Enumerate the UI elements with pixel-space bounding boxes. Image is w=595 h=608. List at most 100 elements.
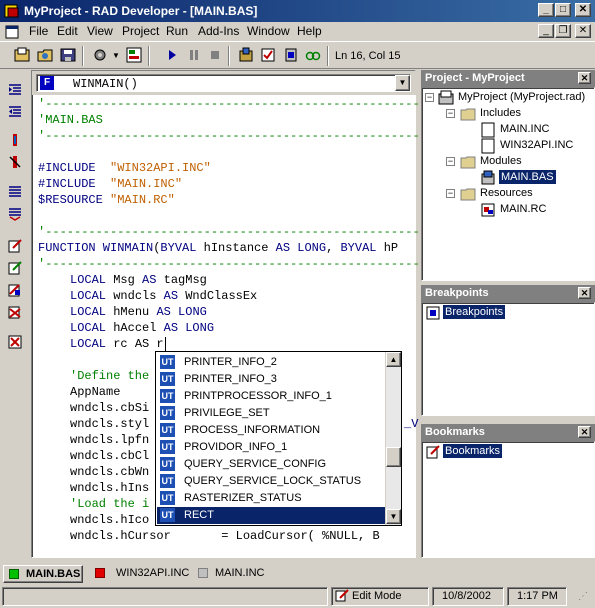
- current-line: LOCAL rc AS r: [70, 337, 166, 351]
- dialog-editor-icon[interactable]: [126, 47, 142, 63]
- code-line: wndcls.styl: [70, 417, 150, 431]
- local-declaration: LOCAL wndcls AS WndClassEx: [70, 289, 258, 303]
- breakpoints-panel-title: Breakpoints: [425, 287, 489, 299]
- project-panel-header[interactable]: Project - MyProject ✕: [421, 70, 595, 87]
- code-line: wndcls.hIco: [70, 513, 150, 527]
- chevron-down-icon[interactable]: ▼: [395, 75, 410, 91]
- close-icon[interactable]: ✕: [578, 426, 591, 438]
- close-icon[interactable]: ✕: [578, 72, 591, 84]
- pause-icon[interactable]: [186, 47, 202, 63]
- autocomplete-item[interactable]: UT PRINTER_INFO_3: [157, 371, 385, 388]
- maximize-button[interactable]: □: [555, 3, 571, 17]
- indent-icon[interactable]: [7, 82, 23, 98]
- autocomplete-item[interactable]: UT PROCESS_INFORMATION: [157, 422, 385, 439]
- check-syntax-icon[interactable]: [260, 47, 276, 63]
- close-file-icon[interactable]: [7, 334, 23, 350]
- autocomplete-item[interactable]: UT RASTERIZER_STATUS: [157, 490, 385, 507]
- chevron-down-icon[interactable]: ▼: [112, 51, 120, 60]
- status-bar: Edit Mode 10/8/2002 1:17 PM ⋰: [0, 585, 595, 608]
- code-line: wndcls.cbSi: [70, 401, 150, 415]
- bookmark-toggle-icon[interactable]: [7, 184, 23, 200]
- collapse-icon[interactable]: −: [425, 93, 434, 102]
- autocomplete-item[interactable]: UT QUERY_SERVICE_LOCK_STATUS: [157, 473, 385, 490]
- menu-project[interactable]: Project: [122, 24, 159, 38]
- tab-main-inc[interactable]: MAIN.INC: [195, 565, 275, 583]
- debug-icon[interactable]: [283, 47, 299, 63]
- autocomplete-list[interactable]: UT PRINTER_INFO_2 UT PRINTER_INFO_3 UT PRIN…: [155, 351, 402, 526]
- edit-next-icon[interactable]: [7, 260, 23, 276]
- autocomplete-item[interactable]: UT PRINTER_INFO_2: [157, 354, 385, 371]
- include-line: #INCLUDE "MAIN.INC": [38, 177, 183, 191]
- code-line: wndcls.hCursor = LoadCursor( %NULL, B: [70, 529, 380, 543]
- edit-prev-icon[interactable]: [7, 282, 23, 298]
- tree-node-file[interactable]: MAIN.INC: [500, 123, 550, 135]
- autocomplete-item[interactable]: UT PRIVILEGE_SET: [157, 405, 385, 422]
- outdent-icon[interactable]: [7, 104, 23, 120]
- tree-node-file[interactable]: MAIN.RC: [500, 203, 546, 215]
- bookmark-clear-icon[interactable]: [7, 206, 23, 222]
- autocomplete-item[interactable]: UT PROVIDOR_INFO_1: [157, 439, 385, 456]
- compile-icon[interactable]: [238, 47, 254, 63]
- tab-win32api-inc[interactable]: WIN32API.INC: [90, 565, 190, 583]
- new-project-icon[interactable]: [14, 47, 30, 63]
- watch-icon[interactable]: [305, 47, 321, 63]
- tree-node-resources[interactable]: Resources: [480, 187, 533, 199]
- open-project-icon[interactable]: [37, 47, 53, 63]
- close-icon[interactable]: ✕: [578, 287, 591, 299]
- tree-node-includes[interactable]: Includes: [480, 107, 521, 119]
- scroll-up-button[interactable]: ▲: [386, 352, 401, 367]
- bookmarks-panel-header[interactable]: Bookmarks ✕: [421, 424, 595, 441]
- menu-add-ins[interactable]: Add-Ins: [198, 24, 239, 38]
- minimize-button[interactable]: _: [538, 3, 554, 17]
- tree-node-file-selected[interactable]: MAIN.BAS: [499, 170, 556, 184]
- breakpoints-panel-header[interactable]: Breakpoints ✕: [421, 285, 595, 302]
- collapse-icon[interactable]: −: [446, 157, 455, 166]
- menu-window[interactable]: Window: [247, 24, 290, 38]
- menu-file[interactable]: File: [29, 24, 48, 38]
- run-icon[interactable]: [164, 47, 180, 63]
- scroll-thumb[interactable]: [386, 447, 401, 467]
- mdi-restore-button[interactable]: ❐: [555, 24, 571, 38]
- breakpoints-item[interactable]: Breakpoints: [443, 305, 506, 319]
- comment-block-icon[interactable]: [7, 132, 23, 148]
- mdi-close-button[interactable]: ✕: [575, 24, 591, 38]
- collapse-icon[interactable]: −: [446, 189, 455, 198]
- code-line: wndcls.cbWn: [70, 465, 150, 479]
- project-tree[interactable]: − MyProject (MyProject.rad) − Includes M…: [421, 87, 595, 281]
- bookmarks-item[interactable]: Bookmarks: [443, 444, 503, 458]
- procedure-dropdown[interactable]: F WINMAIN() ▼: [36, 74, 411, 92]
- close-button[interactable]: ✕: [575, 3, 591, 17]
- save-project-icon[interactable]: [60, 47, 76, 63]
- title-bar[interactable]: MyProject - RAD Developer - [MAIN.BAS] _…: [0, 0, 595, 22]
- edit-icon[interactable]: [7, 238, 23, 254]
- mdi-minimize-button[interactable]: _: [538, 24, 554, 38]
- tree-node-project[interactable]: MyProject (MyProject.rad): [458, 91, 585, 103]
- autocomplete-item-selected[interactable]: UT RECT: [157, 507, 385, 524]
- menu-help[interactable]: Help: [297, 24, 322, 38]
- code-line: wndcls.hIns: [70, 481, 150, 495]
- type-icon: UT: [160, 491, 175, 505]
- autocomplete-scrollbar[interactable]: ▲ ▼: [385, 352, 401, 525]
- edit-all-icon[interactable]: [7, 304, 23, 320]
- menu-run[interactable]: Run: [166, 24, 188, 38]
- collapse-icon[interactable]: −: [446, 109, 455, 118]
- type-icon: UT: [160, 440, 175, 454]
- stop-icon[interactable]: [207, 47, 223, 63]
- bookmarks-list[interactable]: Bookmarks: [421, 441, 595, 558]
- breakpoints-list[interactable]: Breakpoints: [421, 302, 595, 416]
- resize-grip-icon[interactable]: ⋰: [578, 591, 592, 605]
- uncomment-block-icon[interactable]: [7, 154, 23, 170]
- tree-node-modules[interactable]: Modules: [480, 155, 522, 167]
- document-icon[interactable]: [5, 25, 19, 39]
- settings-icon[interactable]: [92, 47, 108, 63]
- autocomplete-item[interactable]: UT QUERY_SERVICE_CONFIG: [157, 456, 385, 473]
- tree-node-file[interactable]: WIN32API.INC: [500, 139, 573, 151]
- scroll-down-button[interactable]: ▼: [386, 509, 401, 524]
- tab-main-bas[interactable]: MAIN.BAS: [3, 565, 83, 583]
- menu-view[interactable]: View: [87, 24, 113, 38]
- menu-edit[interactable]: Edit: [57, 24, 78, 38]
- toolbar-separator: [82, 46, 84, 66]
- autocomplete-item[interactable]: UT PRINTPROCESSOR_INFO_1: [157, 388, 385, 405]
- bookmarks-panel-title: Bookmarks: [425, 426, 485, 438]
- include-line: $RESOURCE "MAIN.RC": [38, 193, 175, 207]
